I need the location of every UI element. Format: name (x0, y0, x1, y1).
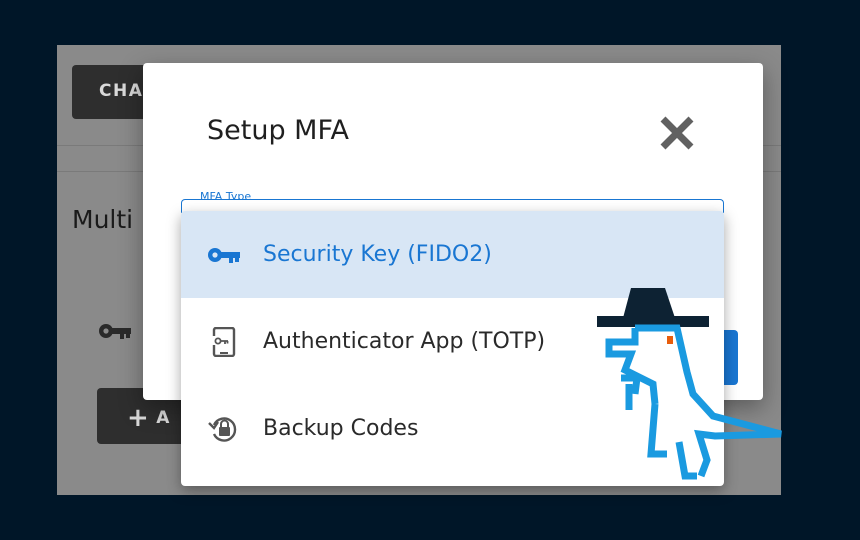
menu-item-label: Security Key (FIDO2) (263, 242, 492, 267)
section-heading: Multi (72, 205, 134, 234)
menu-item-label: Backup Codes (263, 416, 419, 441)
dinosaur-mascot-icon (597, 288, 782, 480)
close-button[interactable] (657, 113, 697, 153)
add-button-label: A (156, 408, 171, 428)
menu-item-label: Authenticator App (TOTP) (263, 329, 546, 354)
key-icon (97, 321, 133, 345)
mfa-type-label: MFA Type (196, 190, 256, 199)
dialog-title: Setup MFA (207, 115, 349, 146)
key-icon (207, 238, 241, 272)
plus-icon: + (127, 403, 151, 433)
close-icon (660, 116, 694, 150)
backup-lock-icon (207, 412, 241, 446)
phone-key-icon (207, 325, 241, 359)
